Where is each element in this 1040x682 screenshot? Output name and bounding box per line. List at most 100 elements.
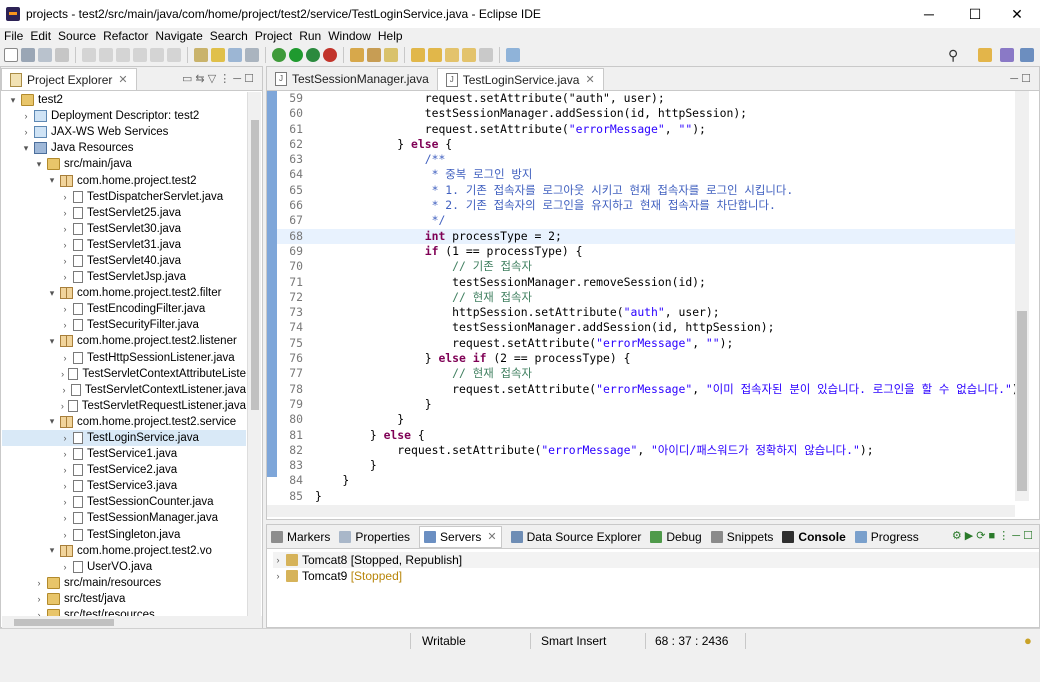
menu-window[interactable]: Window xyxy=(328,29,371,43)
tree-item[interactable]: › TestDispatcherServlet.java xyxy=(2,189,246,205)
code-line[interactable]: 65 * 1. 기존 접속자를 로그아웃 시키고 현재 접속자를 로그인 시킵니… xyxy=(267,183,1015,198)
collapse-icon[interactable]: ▾ xyxy=(21,143,31,154)
code-line[interactable]: 62 } else { xyxy=(267,137,1015,152)
resume-icon[interactable] xyxy=(99,48,113,62)
collapse-icon[interactable]: ▾ xyxy=(47,336,57,347)
code-line[interactable]: 72 // 현재 접속자 xyxy=(267,290,1015,305)
code-line[interactable]: 76 } else if (2 == processType) { xyxy=(267,351,1015,366)
tree-item[interactable]: ▾ test2 xyxy=(2,92,246,108)
tree-item[interactable]: › TestServlet30.java xyxy=(2,221,246,237)
tab-servers[interactable]: Servers ✕ xyxy=(419,525,502,548)
code-line[interactable]: 73 httpSession.setAttribute("auth", user… xyxy=(267,305,1015,320)
tree-item[interactable]: › TestSecurityFilter.java xyxy=(2,317,246,333)
code-line[interactable]: 68 int processType = 2; xyxy=(267,228,1015,244)
menu-project[interactable]: Project xyxy=(255,29,292,43)
tree-item[interactable]: › TestServletJsp.java xyxy=(2,269,246,285)
expand-icon[interactable]: › xyxy=(60,530,70,540)
terminate-icon[interactable] xyxy=(133,48,147,62)
open-resource-icon[interactable] xyxy=(384,48,398,62)
step-over-icon[interactable] xyxy=(167,48,181,62)
tree-item[interactable]: ▾ Java Resources xyxy=(2,140,246,156)
expand-icon[interactable]: › xyxy=(60,481,70,491)
tree-item[interactable]: › TestServlet31.java xyxy=(2,237,246,253)
code-line[interactable]: 63 /** xyxy=(267,152,1015,167)
block-select-icon[interactable] xyxy=(228,48,242,62)
skip-breakpoints-icon[interactable] xyxy=(82,48,96,62)
search-icon[interactable]: ⚲ xyxy=(948,47,958,64)
tab-debug[interactable]: Debug xyxy=(650,530,702,544)
suspend-icon[interactable] xyxy=(116,48,130,62)
expand-icon[interactable]: › xyxy=(34,594,44,604)
expand-icon[interactable]: › xyxy=(34,578,44,588)
tip-bulb-icon[interactable]: ● xyxy=(1024,633,1032,648)
editor-vertical-scrollbar[interactable] xyxy=(1015,91,1029,501)
code-line[interactable]: 61 request.setAttribute("errorMessage", … xyxy=(267,122,1015,137)
code-line[interactable]: 59 request.setAttribute("auth", user); xyxy=(267,91,1015,106)
open-type-icon[interactable] xyxy=(194,48,208,62)
run-icon[interactable] xyxy=(289,48,303,62)
expand-icon[interactable]: › xyxy=(60,240,70,250)
expand-icon[interactable]: › xyxy=(21,127,31,137)
expand-icon[interactable]: › xyxy=(60,208,70,218)
tree-item[interactable]: ▾ com.home.project.test2.listener xyxy=(2,333,246,349)
expand-icon[interactable]: › xyxy=(60,449,70,459)
code-line[interactable]: 64 * 중복 로그인 방지 xyxy=(267,167,1015,182)
tab-progress[interactable]: Progress xyxy=(854,530,919,544)
expand-icon[interactable]: › xyxy=(60,192,70,202)
code-line[interactable]: 70 // 기존 접속자 xyxy=(267,259,1015,274)
step-into-icon[interactable] xyxy=(150,48,164,62)
tree-item[interactable]: › TestServlet40.java xyxy=(2,253,246,269)
tree-item[interactable]: › TestServletRequestListener.java xyxy=(2,398,246,414)
tree-item[interactable]: ▾ com.home.project.test2.vo xyxy=(2,543,246,559)
tree-item[interactable]: ▾ com.home.project.test2.service xyxy=(2,414,246,430)
save-all-icon[interactable] xyxy=(38,48,52,62)
tree-item[interactable]: › TestSessionManager.java xyxy=(2,510,246,526)
menu-file[interactable]: File xyxy=(4,29,23,43)
tree-item[interactable]: › JAX-WS Web Services xyxy=(2,124,246,140)
collapse-icon[interactable]: ▾ xyxy=(47,288,57,299)
code-line[interactable]: 81 } else { xyxy=(267,428,1015,443)
minimize-button[interactable]: ─ xyxy=(906,0,952,28)
tree-scroll-thumb[interactable] xyxy=(251,120,259,410)
expand-icon[interactable]: › xyxy=(60,272,70,282)
code-line[interactable]: 71 testSessionManager.removeSession(id); xyxy=(267,275,1015,290)
code-line[interactable]: 69 if (1 == processType) { xyxy=(267,244,1015,259)
expand-icon[interactable]: › xyxy=(60,224,70,234)
next-annotation-icon[interactable] xyxy=(411,48,425,62)
expand-icon[interactable]: › xyxy=(273,555,283,565)
tree-item[interactable]: › TestHttpSessionListener.java xyxy=(2,350,246,366)
prev-annotation-icon[interactable] xyxy=(428,48,442,62)
collapse-icon[interactable]: ▾ xyxy=(8,95,18,106)
code-line[interactable]: 60 testSessionManager.addSession(id, htt… xyxy=(267,106,1015,121)
menu-refactor[interactable]: Refactor xyxy=(103,29,148,43)
menu-help[interactable]: Help xyxy=(378,29,403,43)
expand-icon[interactable]: › xyxy=(60,369,65,379)
tree-item[interactable]: ▾ com.home.project.test2 xyxy=(2,172,246,188)
close-button[interactable]: ✕ xyxy=(994,0,1040,28)
tree-item[interactable]: › TestService2.java xyxy=(2,462,246,478)
new-class-icon[interactable] xyxy=(367,48,381,62)
last-edit-icon[interactable] xyxy=(445,48,459,62)
collapse-icon[interactable]: ▾ xyxy=(34,159,44,170)
tab-markers[interactable]: Markers xyxy=(271,530,330,544)
code-line[interactable]: 82 request.setAttribute("errorMessage", … xyxy=(267,443,1015,458)
toggle-mark-icon[interactable] xyxy=(211,48,225,62)
tree-item[interactable]: › Deployment Descriptor: test2 xyxy=(2,108,246,124)
forward-icon[interactable] xyxy=(479,48,493,62)
tab-snippets[interactable]: Snippets xyxy=(710,530,773,544)
code-line[interactable]: 77 // 현재 접속자 xyxy=(267,366,1015,381)
tree-item[interactable]: › TestLoginService.java xyxy=(2,429,246,447)
expand-icon[interactable]: › xyxy=(273,571,283,581)
collapse-icon[interactable]: ▾ xyxy=(47,175,57,186)
print-icon[interactable] xyxy=(55,48,69,62)
tree-item[interactable]: › TestService3.java xyxy=(2,478,246,494)
maximize-button[interactable]: ☐ xyxy=(952,0,998,28)
expand-icon[interactable]: › xyxy=(60,304,70,314)
expand-icon[interactable]: › xyxy=(21,111,31,121)
menu-edit[interactable]: Edit xyxy=(30,29,51,43)
expand-icon[interactable]: › xyxy=(60,353,70,363)
tree-vertical-scrollbar[interactable] xyxy=(247,92,261,616)
tree-item[interactable]: › UserVO.java xyxy=(2,559,246,575)
open-perspective-icon[interactable] xyxy=(978,48,992,62)
menu-search[interactable]: Search xyxy=(210,29,248,43)
